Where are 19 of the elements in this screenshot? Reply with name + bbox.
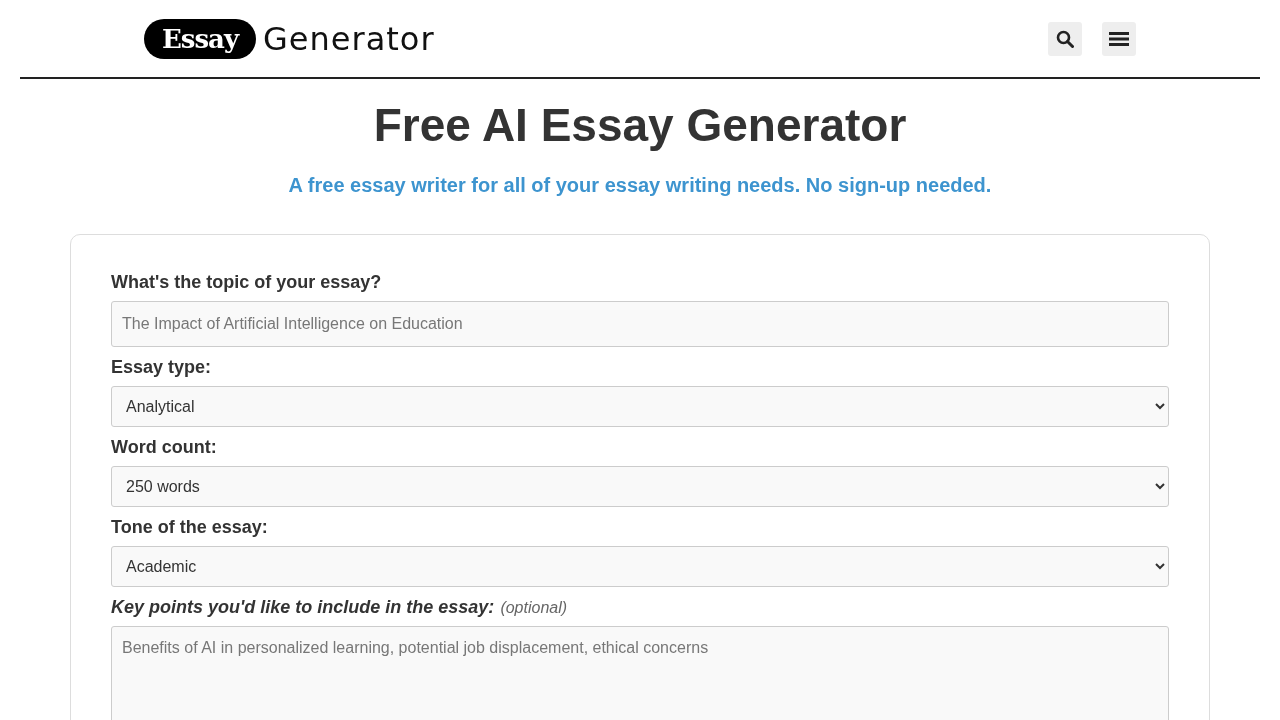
- key-points-field[interactable]: Benefits of AI in personalized learning, potential job displacement, ethical concerns: [111, 626, 1169, 720]
- logo-badge[interactable]: Essay: [144, 18, 257, 59]
- logo-text[interactable]: Generator: [263, 19, 435, 58]
- menu-button[interactable]: [1102, 21, 1136, 56]
- select-field[interactable]: Analytical: [111, 386, 1169, 427]
- field-label: What's the topic of your essay?: [111, 272, 382, 293]
- menu-icon: [1109, 30, 1129, 47]
- search-icon: [1056, 29, 1074, 48]
- select-field[interactable]: Academic: [111, 546, 1169, 587]
- optional-hint: (optional): [500, 599, 568, 617]
- field-label: Word count:: [111, 437, 217, 458]
- field-label: Key points you'd like to include in the essay:: [111, 597, 495, 618]
- page-subtitle: A free essay writer for all of your essay writing needs. No sign-up needed.: [288, 173, 992, 197]
- page-title: Free AI Essay Generator: [373, 98, 907, 153]
- search-button[interactable]: [1048, 21, 1082, 56]
- topic-field[interactable]: The Impact of Artificial Intelligence on Education: [111, 301, 1169, 347]
- field-label: Essay type:: [111, 357, 212, 378]
- select-field[interactable]: 250 words: [111, 466, 1169, 507]
- field-label: Tone of the essay:: [111, 517, 268, 538]
